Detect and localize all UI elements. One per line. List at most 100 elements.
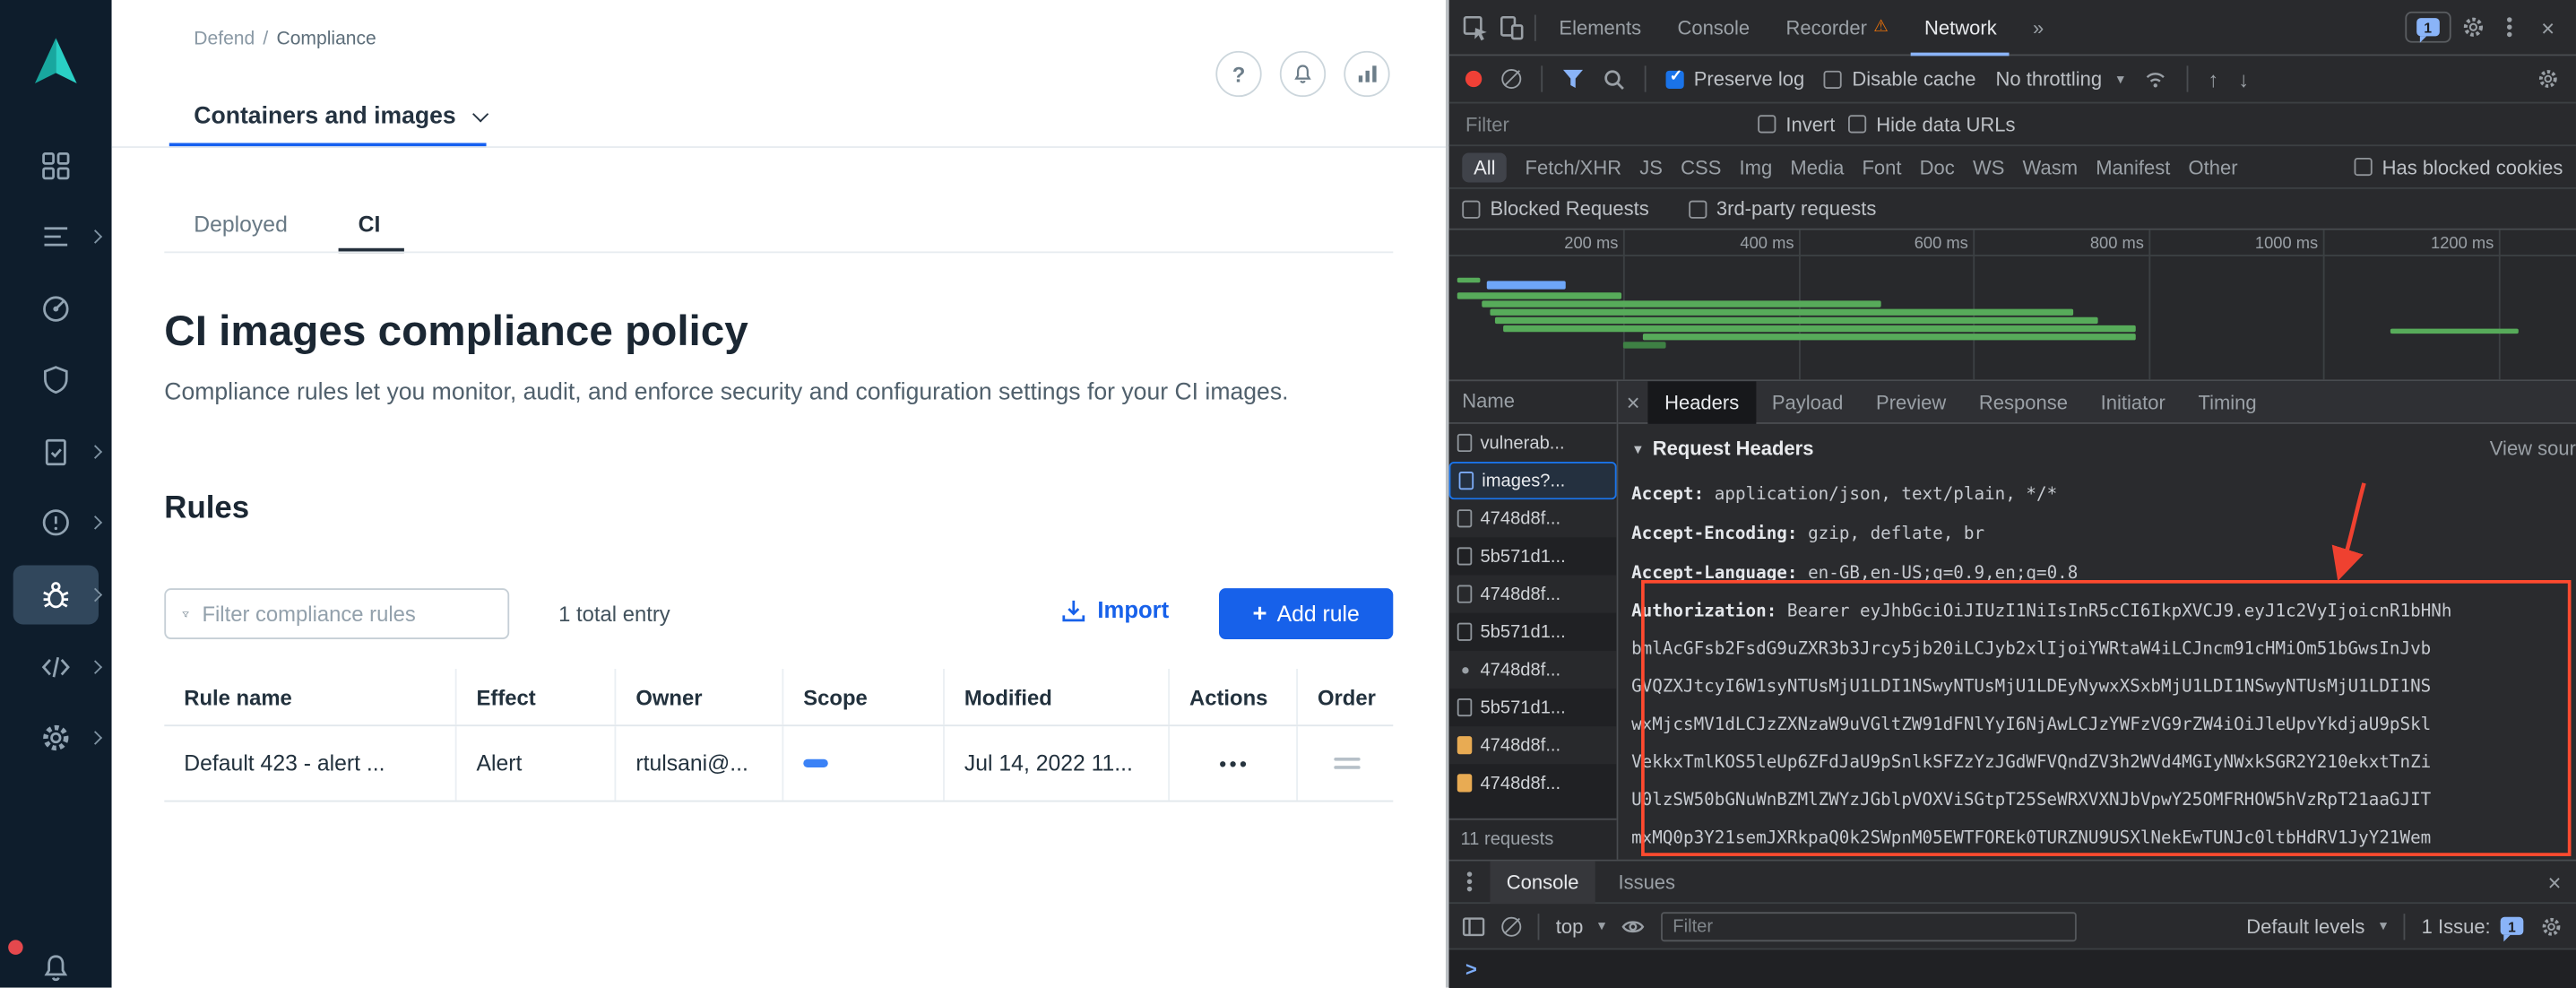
- view-source-link[interactable]: View sour: [2490, 438, 2576, 461]
- cell-rule-name[interactable]: Default 423 - alert ...: [164, 726, 456, 800]
- name-column-header[interactable]: Name: [1449, 381, 1617, 424]
- request-headers-section[interactable]: ▼ Request Headers: [1631, 438, 2576, 461]
- drawer-menu-icon[interactable]: [1467, 880, 1472, 884]
- network-settings-gear-icon[interactable]: [2537, 67, 2560, 91]
- drag-handle-icon[interactable]: [1334, 758, 1377, 769]
- console-settings-gear-icon[interactable]: [2540, 914, 2563, 938]
- table-row[interactable]: Default 423 - alert ... Alert rtulsani@.…: [164, 726, 1393, 802]
- eye-icon[interactable]: [1621, 918, 1645, 934]
- prisma-cloud-logo[interactable]: [28, 33, 83, 92]
- issues-button[interactable]: 1: [2405, 12, 2451, 43]
- record-button[interactable]: [1465, 71, 1482, 87]
- column-header[interactable]: Actions: [1170, 669, 1298, 724]
- checkbox-icon[interactable]: [1824, 70, 1842, 88]
- notifications-button[interactable]: [1280, 51, 1326, 97]
- sidebar-item-policies[interactable]: [0, 205, 112, 268]
- column-header[interactable]: Order: [1298, 669, 1393, 724]
- request-row[interactable]: 5b571d1...: [1449, 613, 1617, 651]
- close-drawer-icon[interactable]: ×: [2539, 869, 2569, 895]
- checkbox-icon[interactable]: [1758, 115, 1776, 133]
- scope-dropdown[interactable]: Containers and images: [194, 103, 485, 129]
- sidebar-item-settings[interactable]: [0, 706, 112, 769]
- filter-chip-js[interactable]: JS: [1639, 155, 1663, 178]
- network-conditions-icon[interactable]: [2144, 69, 2167, 89]
- sidebar-item-alerts[interactable]: [0, 491, 112, 554]
- gear-icon[interactable]: [2460, 14, 2485, 39]
- inspect-icon[interactable]: [1462, 14, 1488, 40]
- network-overview[interactable]: 200 ms 400 ms 600 ms 800 ms 1000 ms 1200…: [1449, 230, 2576, 382]
- blocked-requests-checkbox[interactable]: Blocked Requests: [1462, 197, 1648, 221]
- checkbox-icon[interactable]: [1462, 200, 1480, 218]
- filter-chip-fetch-xhr[interactable]: Fetch/XHR: [1526, 155, 1622, 178]
- kebab-menu-icon[interactable]: [2507, 24, 2511, 29]
- actions-menu-icon[interactable]: •••: [1219, 752, 1266, 776]
- request-row[interactable]: 4748d8f...: [1449, 651, 1617, 689]
- request-row[interactable]: vulnerab...: [1449, 424, 1617, 462]
- tab-payload[interactable]: Payload: [1756, 381, 1860, 423]
- add-rule-button[interactable]: + Add rule: [1219, 588, 1393, 639]
- issues-counter[interactable]: 1 Issue:1: [2422, 914, 2524, 938]
- request-row[interactable]: 5b571d1...: [1449, 537, 1617, 575]
- console-prompt[interactable]: >: [1449, 949, 2576, 988]
- console-filter-input[interactable]: [1661, 911, 2077, 940]
- request-row[interactable]: 4748d8f...: [1449, 726, 1617, 764]
- disable-cache-checkbox[interactable]: Disable cache: [1824, 67, 1975, 91]
- tab-deployed[interactable]: Deployed: [194, 212, 288, 236]
- request-row[interactable]: 4748d8f...: [1449, 764, 1617, 802]
- drawer-tab-console[interactable]: Console: [1490, 861, 1595, 904]
- tab-network[interactable]: Network: [1911, 0, 2010, 55]
- filter-chip-font[interactable]: Font: [1862, 155, 1901, 178]
- tab-elements[interactable]: Elements: [1546, 0, 1655, 55]
- search-icon[interactable]: [1604, 68, 1625, 90]
- sidebar-item-compliance[interactable]: [0, 420, 112, 483]
- column-header[interactable]: Scope: [783, 669, 945, 724]
- device-toolbar-icon[interactable]: [1499, 14, 1525, 40]
- checkbox-icon[interactable]: [1689, 200, 1707, 218]
- import-button[interactable]: Import: [1061, 596, 1169, 622]
- help-button[interactable]: ?: [1215, 51, 1261, 97]
- blocked-cookies-checkbox[interactable]: Has blocked cookies: [2354, 155, 2563, 178]
- console-sidebar-icon[interactable]: [1462, 916, 1485, 936]
- clear-icon[interactable]: [1501, 69, 1521, 89]
- rules-filter-input[interactable]: [202, 602, 491, 626]
- column-header[interactable]: Owner: [616, 669, 783, 724]
- export-har-icon[interactable]: ↓: [2238, 66, 2249, 91]
- filter-chip-manifest[interactable]: Manifest: [2096, 155, 2170, 178]
- filter-chip-all[interactable]: All: [1462, 152, 1507, 182]
- column-header[interactable]: Modified: [945, 669, 1170, 724]
- throttling-dropdown[interactable]: No throttling▾: [1996, 67, 2124, 91]
- filter-chip-ws[interactable]: WS: [1973, 155, 2004, 178]
- request-row-selected[interactable]: images?...: [1449, 462, 1617, 499]
- sidebar-item-dashboard[interactable]: [0, 134, 112, 197]
- request-row[interactable]: 4748d8f...: [1449, 499, 1617, 537]
- third-party-checkbox[interactable]: 3rd-party requests: [1689, 197, 1877, 221]
- sidebar-item-defend[interactable]: [0, 349, 112, 412]
- import-har-icon[interactable]: ↑: [2208, 66, 2218, 91]
- tab-response[interactable]: Response: [1963, 381, 2085, 423]
- close-devtools-icon[interactable]: ×: [2533, 14, 2563, 40]
- sidebar-item-notifications[interactable]: [0, 937, 112, 988]
- request-row[interactable]: 5b571d1...: [1449, 689, 1617, 726]
- checkbox-checked-icon[interactable]: [1666, 70, 1684, 88]
- hide-data-urls-checkbox[interactable]: Hide data URLs: [1848, 113, 2015, 136]
- checkbox-icon[interactable]: [1848, 115, 1866, 133]
- filter-chip-doc[interactable]: Doc: [1920, 155, 1955, 178]
- tab-headers[interactable]: Headers: [1648, 381, 1756, 423]
- column-header[interactable]: Rule name: [164, 669, 456, 724]
- log-levels-dropdown[interactable]: Default levels▾: [2246, 914, 2387, 938]
- network-filter-input[interactable]: [1465, 113, 1745, 136]
- filter-chip-css[interactable]: CSS: [1681, 155, 1721, 178]
- usage-button[interactable]: [1344, 51, 1389, 97]
- sidebar-item-radar[interactable]: [0, 278, 112, 341]
- filter-chip-wasm[interactable]: Wasm: [2023, 155, 2079, 178]
- tab-preview[interactable]: Preview: [1860, 381, 1963, 423]
- tab-ci[interactable]: CI: [359, 212, 381, 236]
- breadcrumb-section[interactable]: Defend: [194, 30, 255, 49]
- filter-chip-media[interactable]: Media: [1790, 155, 1844, 178]
- clear-console-icon[interactable]: [1501, 916, 1521, 936]
- filter-funnel-icon[interactable]: [1562, 69, 1584, 89]
- sidebar-item-vulnerabilities[interactable]: [0, 564, 112, 627]
- tab-timing[interactable]: Timing: [2182, 381, 2273, 423]
- drawer-tab-issues[interactable]: Issues: [1602, 861, 1691, 904]
- request-row[interactable]: 4748d8f...: [1449, 576, 1617, 613]
